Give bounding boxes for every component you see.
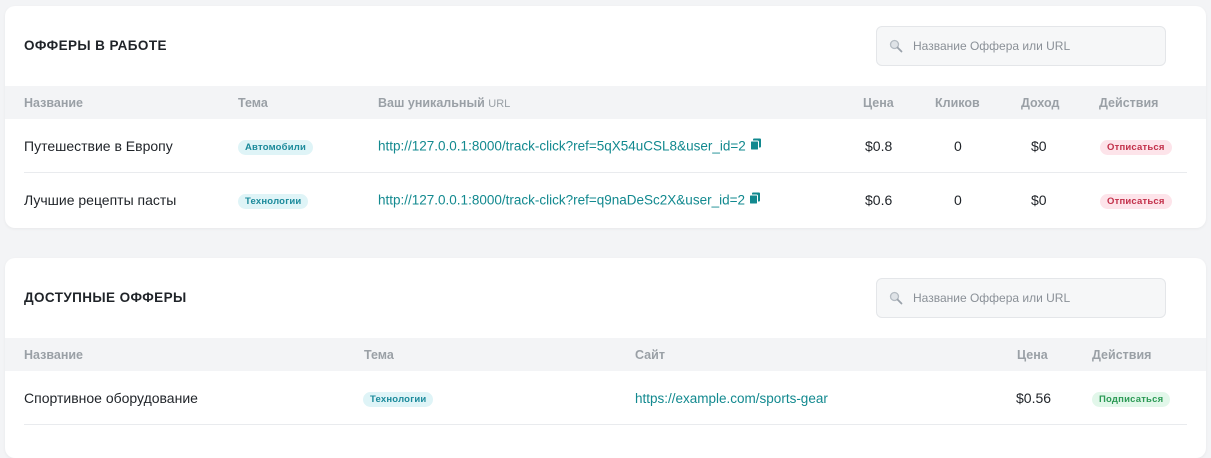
active-offers-card: ОФФЕРЫ В РАБОТЕ Название Тема Ваш уникал… xyxy=(5,6,1206,228)
offer-name: Лучшие рецепты пасты xyxy=(24,192,177,208)
column-actions: Действия xyxy=(1092,348,1152,362)
active-offers-title: ОФФЕРЫ В РАБОТЕ xyxy=(24,38,167,53)
subscribe-button[interactable]: Подписаться xyxy=(1092,392,1171,407)
column-url-label: Ваш уникальный xyxy=(378,96,485,110)
available-offers-title: ДОСТУПНЫЕ ОФФЕРЫ xyxy=(24,290,187,305)
copy-icon[interactable] xyxy=(749,138,763,155)
column-name: Название xyxy=(24,348,84,362)
active-offers-search[interactable] xyxy=(876,26,1166,66)
column-actions: Действия xyxy=(1099,96,1159,110)
column-income: Доход xyxy=(1021,96,1060,110)
topic-badge: Технологии xyxy=(363,392,434,407)
available-offers-search[interactable] xyxy=(876,278,1166,318)
column-clicks: Кликов xyxy=(935,96,980,110)
offer-income: $0 xyxy=(1031,192,1047,208)
search-input[interactable] xyxy=(903,39,1143,53)
topic-badge: Технологии xyxy=(238,194,309,209)
table-row: Спортивное оборудование Технологии https… xyxy=(5,371,1206,425)
column-topic: Тема xyxy=(238,96,268,110)
column-url-suffix: URL xyxy=(488,98,511,110)
table-row: Лучшие рецепты пасты Технологии http://1… xyxy=(5,173,1206,227)
tracking-link[interactable]: http://127.0.0.1:8000/track-click?ref=q9… xyxy=(378,193,745,208)
offer-name: Путешествие в Европу xyxy=(24,138,173,154)
table-row: Путешествие в Европу Автомобили http://1… xyxy=(5,119,1206,173)
offer-name: Спортивное оборудование xyxy=(24,390,198,406)
unsubscribe-button[interactable]: Отписаться xyxy=(1100,140,1172,155)
topic-badge: Автомобили xyxy=(238,140,314,155)
search-icon xyxy=(877,291,903,305)
offer-clicks: 0 xyxy=(954,138,962,154)
tracking-link[interactable]: http://127.0.0.1:8000/track-click?ref=5q… xyxy=(378,139,746,154)
search-input[interactable] xyxy=(903,291,1143,305)
table-header: Название Тема Ваш уникальный URL Цена Кл… xyxy=(5,86,1206,119)
column-name: Название xyxy=(24,96,84,110)
available-offers-card: ДОСТУПНЫЕ ОФФЕРЫ Название Тема Сайт Цена… xyxy=(5,258,1206,458)
table-header: Название Тема Сайт Цена Действия xyxy=(5,338,1206,371)
offer-income: $0 xyxy=(1031,138,1047,154)
offer-price: $0.8 xyxy=(865,138,893,154)
row-divider xyxy=(24,424,1187,425)
column-price: Цена xyxy=(1017,348,1048,362)
column-site: Сайт xyxy=(635,348,665,362)
column-price: Цена xyxy=(863,96,894,110)
offer-price: $0.6 xyxy=(865,192,893,208)
copy-icon[interactable] xyxy=(748,192,762,209)
column-url: Ваш уникальный URL xyxy=(378,96,510,110)
unsubscribe-button[interactable]: Отписаться xyxy=(1100,194,1172,209)
offer-price: $0.56 xyxy=(1016,390,1052,406)
offer-clicks: 0 xyxy=(954,192,962,208)
search-icon xyxy=(877,39,903,53)
site-link[interactable]: https://example.com/sports-gear xyxy=(635,391,828,406)
column-topic: Тема xyxy=(364,348,394,362)
